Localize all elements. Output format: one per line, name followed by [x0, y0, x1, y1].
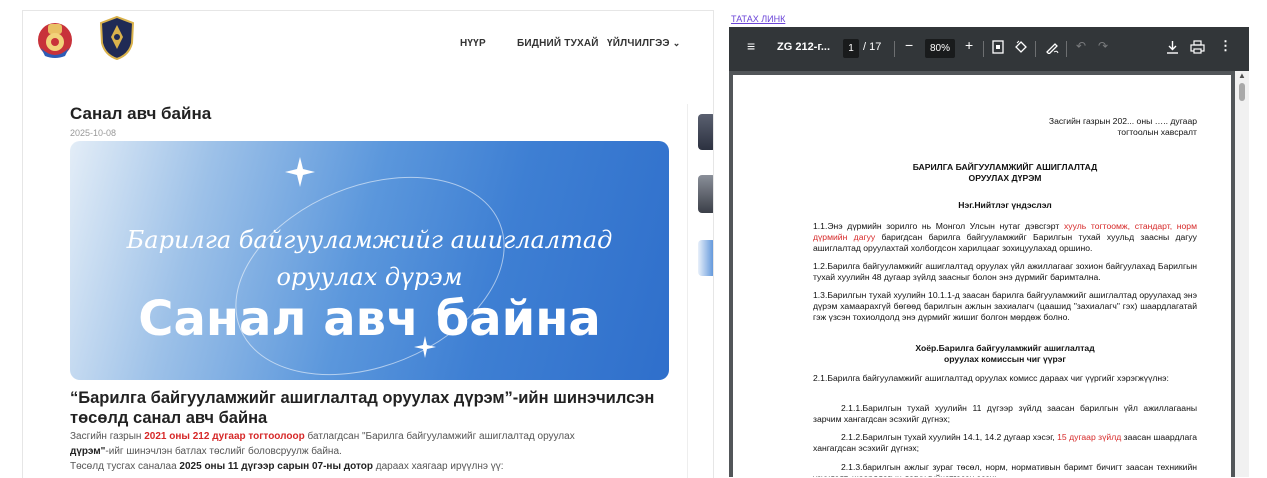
undo-icon[interactable]: ↶: [1076, 39, 1086, 53]
more-options-icon[interactable]: ⋮: [1219, 38, 1232, 54]
banner-text-line1: Барилга байгууламжийг ашиглалтад: [126, 226, 613, 254]
agency-shield-logo[interactable]: [99, 15, 135, 61]
website-panel: НҮҮР БИДНИЙ ТУХАЙ ҮЙЛЧИЛГЭЭ ⌄ Санал авч б…: [22, 10, 714, 478]
body-bold: 2025 оны 11 дүгээр сарын 07-ны дотор: [179, 461, 373, 472]
article-title: Санал авч байна: [70, 104, 212, 123]
body-text: батлагдсан "Барилга байгууламжийг ашигла…: [304, 431, 575, 442]
doc-text-red: 15 дугаар зүйлд: [1057, 432, 1122, 442]
toolbar-divider: [1066, 41, 1067, 57]
pdf-scrollbar[interactable]: ▲: [1235, 71, 1249, 477]
doc-section2-line1: Хоёр.Барилга байгууламжийг ашиглалтад: [915, 343, 1095, 353]
doc-header-line1: Засгийн газрын 202... оны ….. дугаар: [1048, 116, 1197, 126]
doc-title: БАРИЛГА БАЙГУУЛАМЖИЙГ АШИГЛАЛТАД ОРУУЛАХ…: [813, 162, 1197, 184]
doc-paragraph: 2.1.Барилга байгууламжийг ашиглалтад ору…: [813, 373, 1169, 383]
pdf-toolbar: ≡ ZG 212-г... 1 / 17 − 80% + ↶ ↷ ⋮: [729, 27, 1249, 71]
chevron-down-icon: ⌄: [672, 38, 681, 48]
article-banner-image: Барилга байгууламжийг ашиглалтад оруулах…: [70, 141, 669, 380]
page-total: / 17: [863, 41, 882, 53]
pdf-file-name: ZG 212-г...: [777, 41, 830, 53]
doc-section-heading: Нэг.Нийтлэг үндэслэл: [958, 200, 1052, 210]
nav-services[interactable]: ҮЙЛЧИЛГЭЭ ⌄: [607, 38, 680, 49]
zoom-input[interactable]: 80%: [925, 39, 955, 58]
doc-text: 1.1.Энэ дүрмийн зорилго нь Монгол Улсын …: [813, 221, 1064, 231]
menu-icon[interactable]: ≡: [747, 38, 755, 54]
related-thumbnail[interactable]: [698, 114, 713, 150]
nav-about[interactable]: БИДНИЙ ТУХАЙ: [517, 38, 599, 49]
body-text: -ийг шинэчлэн батлах төслийг боловсруулж…: [105, 446, 342, 457]
doc-paragraph: 2.1.1.Барилгын тухай хуулийн 11 дүгээр з…: [813, 403, 1197, 424]
doc-paragraph: 1.1.Энэ дүрмийн зорилго нь Монгол Улсын …: [813, 221, 1197, 254]
zoom-in-icon[interactable]: +: [965, 37, 973, 53]
download-icon[interactable]: [1166, 40, 1179, 54]
zoom-out-icon[interactable]: −: [905, 37, 913, 53]
state-emblem-logo[interactable]: [35, 18, 75, 60]
related-thumbnails: [687, 104, 713, 478]
site-header: НҮҮР БИДНИЙ ТУХАЙ ҮЙЛЧИЛГЭЭ ⌄: [23, 11, 713, 75]
article-headline: “Барилга байгууламжийг ашиглалтад оруула…: [70, 389, 655, 427]
nav-home[interactable]: НҮҮР: [460, 38, 486, 49]
rotate-icon[interactable]: [1014, 40, 1028, 54]
banner-text-line2: оруулах дүрэм: [276, 263, 463, 291]
body-text: Засгийн газрын: [70, 431, 145, 442]
redo-icon[interactable]: ↷: [1098, 39, 1108, 53]
doc-section2-line2: оруулах комиссын чиг үүрэг: [944, 354, 1066, 364]
toolbar-divider: [1035, 41, 1036, 57]
print-icon[interactable]: [1190, 40, 1205, 54]
body-text: Төсөлд тусгах саналаа: [70, 461, 180, 472]
doc-paragraph: 1.3.Барилгын тухай хуулийн 10.1.1-д заас…: [813, 290, 1197, 322]
nav-services-label: ҮЙЛЧИЛГЭЭ: [607, 38, 670, 49]
article-body: Засгийн газрын 2021 оны 212 дугаар тогто…: [70, 429, 680, 474]
toolbar-divider: [894, 41, 895, 57]
banner-big-text: Санал авч байна: [138, 291, 601, 347]
download-link[interactable]: ТАТАХ ЛИНК: [731, 14, 785, 24]
doc-section-heading-2: Хоёр.Барилга байгууламжийг ашиглалтад ор…: [813, 343, 1197, 365]
related-thumbnail[interactable]: [698, 240, 713, 276]
scrollbar-thumb[interactable]: [1239, 83, 1245, 101]
doc-title-line2: ОРУУЛАХ ДҮРЭМ: [968, 173, 1042, 183]
doc-header-line2: тогтоолын хавсралт: [1117, 127, 1197, 137]
doc-header: Засгийн газрын 202... оны ….. дугаар тог…: [813, 116, 1197, 138]
body-bold: дүрэм": [70, 446, 106, 457]
pdf-page: Засгийн газрын 202... оны ….. дугаар тог…: [733, 75, 1231, 477]
doc-paragraph: 1.2.Барилга байгууламжийг ашиглалтад ору…: [813, 261, 1197, 282]
article-date: 2025-10-08: [70, 128, 117, 138]
toolbar-divider: [983, 41, 984, 57]
body-text: дараах хаягаар ирүүлнэ үү:: [372, 461, 504, 472]
page-number-input[interactable]: 1: [843, 39, 859, 58]
doc-paragraph: 2.1.2.Барилгын тухай хуулийн 14.1, 14.2 …: [813, 432, 1197, 454]
body-highlight: 2021 оны 212 дугаар тогтоолоор: [144, 431, 305, 442]
doc-text: 2.1.2.Барилгын тухай хуулийн 14.1, 14.2 …: [841, 432, 1058, 442]
doc-title-line1: БАРИЛГА БАЙГУУЛАМЖИЙГ АШИГЛАЛТАД: [912, 162, 1098, 172]
doc-paragraph-struck: 2.1.3.барилгын ажлыг зураг төсөл, норм, …: [813, 462, 1197, 477]
annotate-icon[interactable]: [1045, 40, 1059, 54]
fit-page-icon[interactable]: [992, 40, 1004, 54]
pdf-viewer: ≡ ZG 212-г... 1 / 17 − 80% + ↶ ↷ ⋮ Засги…: [729, 27, 1249, 477]
related-thumbnail[interactable]: [698, 175, 713, 213]
scroll-up-icon[interactable]: ▲: [1238, 71, 1246, 80]
